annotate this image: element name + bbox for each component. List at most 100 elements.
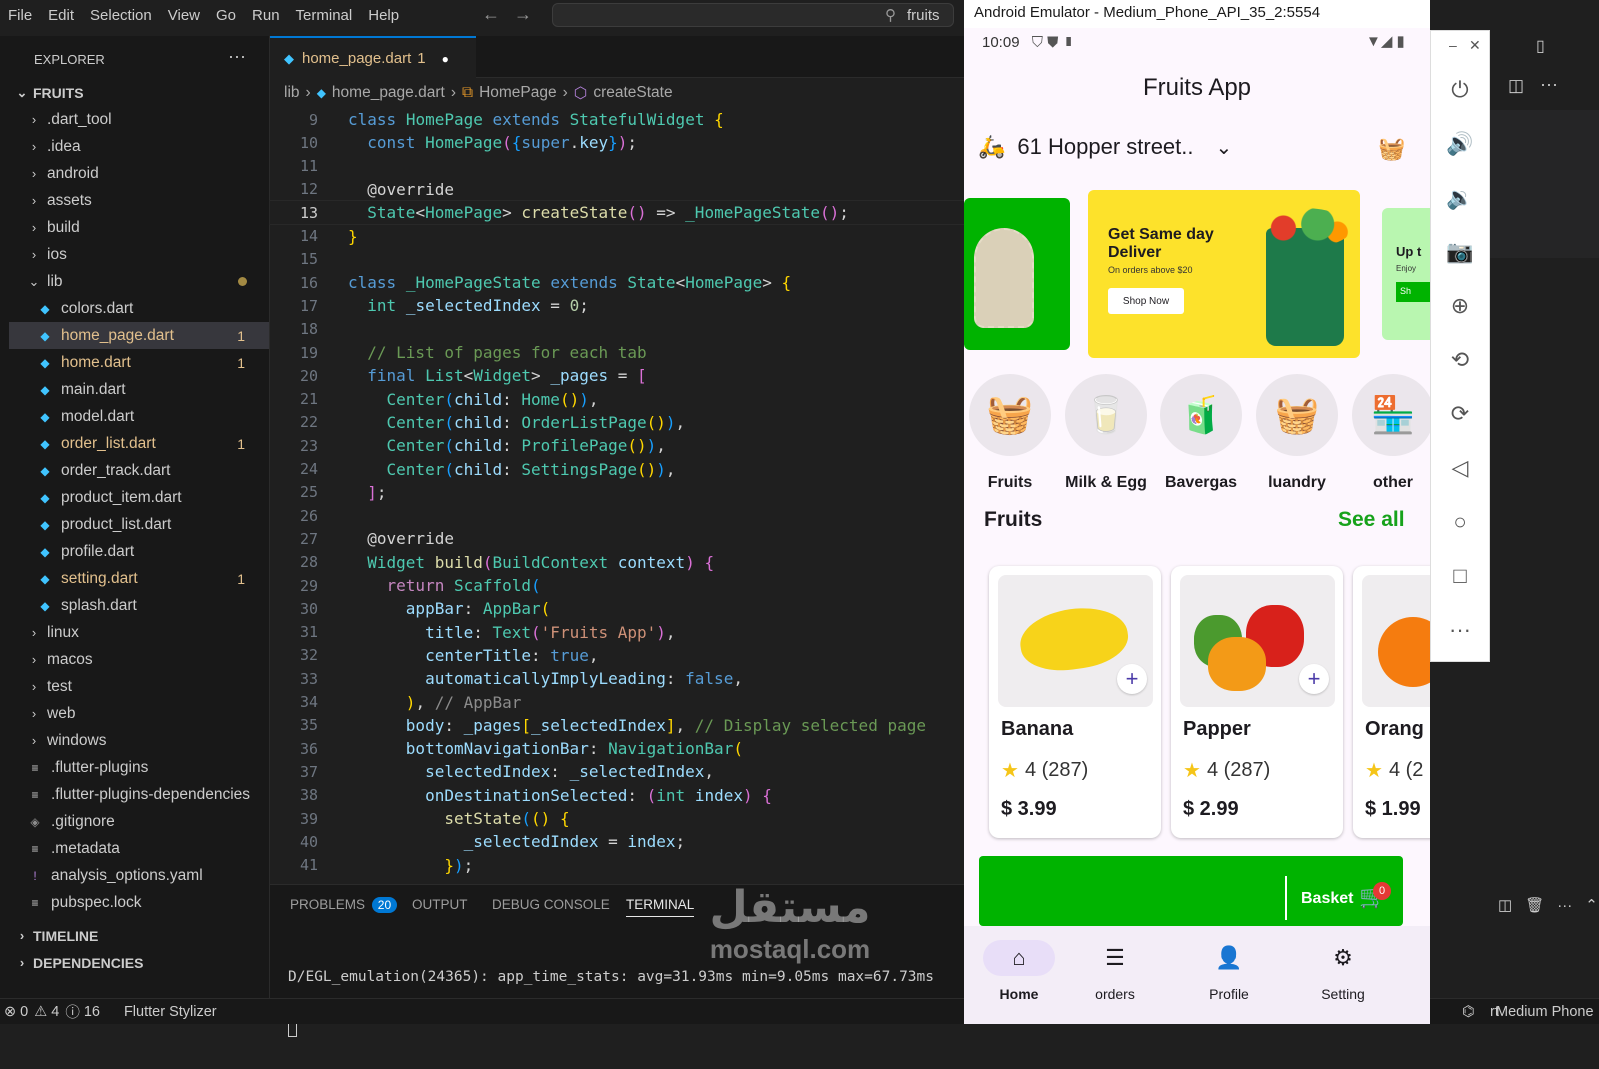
minimap[interactable] — [1490, 110, 1599, 258]
tab-terminal[interactable]: TERMINAL — [626, 897, 695, 917]
home-button-icon[interactable]: ○ — [1431, 509, 1489, 535]
nav-profile[interactable]: 👤 Profile — [1184, 940, 1274, 1002]
code-line[interactable]: 17 int _selectedIndex = 0; — [270, 294, 964, 317]
layout-icon[interactable]: ▯ — [1536, 36, 1545, 56]
code-line[interactable]: 36 bottomNavigationBar: NavigationBar( — [270, 737, 964, 760]
category-luandry[interactable]: 🧺 luandry — [1255, 374, 1339, 492]
rotate-left-icon[interactable]: ⟲ — [1431, 347, 1489, 373]
product-card-orange[interactable]: Orang ★ 4 (2 $ 1.99 — [1353, 566, 1430, 838]
breadcrumb-lib[interactable]: lib — [284, 84, 300, 102]
banner-same-day[interactable]: Get Same day Deliver On orders above $20… — [1088, 190, 1360, 358]
close-icon[interactable]: ✕ — [1469, 37, 1481, 54]
file-tree-item-home-page-dart[interactable]: ◆ home_page.dart 1 — [9, 322, 269, 349]
code-line[interactable]: 39 setState(() { — [270, 807, 964, 830]
file-tree-item-android[interactable]: › android — [9, 160, 269, 187]
address-selector[interactable]: 🛵 61 Hopper street.. ⌄ — [978, 134, 1232, 160]
file-tree-item-product-list-dart[interactable]: ◆ product_list.dart — [9, 511, 269, 538]
explorer-root[interactable]: ⌄ FRUITS — [9, 79, 269, 106]
volume-up-icon[interactable]: 🔊 — [1431, 131, 1489, 157]
banner-left-peek[interactable] — [964, 198, 1070, 350]
code-line[interactable]: 14} — [270, 225, 964, 248]
add-to-cart-button[interactable]: + — [1299, 664, 1329, 694]
basket-icon[interactable]: 🧺 — [1378, 136, 1405, 162]
code-line[interactable]: 33 automaticallyImplyLeading: false, — [270, 667, 964, 690]
info-count[interactable]: 16 — [84, 1004, 100, 1020]
more-actions-icon[interactable]: ··· — [228, 46, 246, 67]
menu-selection[interactable]: Selection — [82, 7, 160, 24]
rotate-right-icon[interactable]: ⟳ — [1431, 401, 1489, 427]
split-panel-icon[interactable]: ◫ — [1498, 896, 1512, 914]
volume-down-icon[interactable]: 🔉 — [1431, 185, 1489, 211]
more-icon[interactable]: ··· — [1431, 617, 1489, 643]
more-actions-icon[interactable]: ··· — [1540, 74, 1558, 95]
menu-view[interactable]: View — [160, 7, 208, 24]
code-line[interactable]: 19 // List of pages for each tab — [270, 341, 964, 364]
menu-help[interactable]: Help — [360, 7, 407, 24]
camera-icon[interactable]: 📷 — [1431, 239, 1489, 265]
nav-orders[interactable]: ☰ orders — [1070, 940, 1160, 1002]
file-tree-item-windows[interactable]: › windows — [9, 727, 269, 754]
menu-run[interactable]: Run — [244, 7, 288, 24]
tab-output[interactable]: OUTPUT — [412, 897, 468, 912]
category-other[interactable]: 🏪 other — [1351, 374, 1430, 492]
file-tree-item-idea[interactable]: › .idea — [9, 133, 269, 160]
code-line[interactable]: 32 centerTitle: true, — [270, 644, 964, 667]
file-tree-item-analysis-options-yaml[interactable]: ! analysis_options.yaml — [9, 862, 269, 889]
back-arrow-icon[interactable]: ← — [482, 4, 500, 25]
code-line[interactable]: 13 State<HomePage> createState() => _Hom… — [269, 200, 965, 226]
power-icon[interactable]: ⏻ — [1431, 77, 1489, 103]
file-tree-item-setting-dart[interactable]: ◆ setting.dart 1 — [9, 565, 269, 592]
basket-bar[interactable]: Basket 🛒 0 — [979, 856, 1403, 926]
code-line[interactable]: 28 Widget build(BuildContext context) { — [270, 551, 964, 574]
tab-debug-console[interactable]: DEBUG CONSOLE — [492, 897, 610, 912]
file-tree-item-ios[interactable]: › ios — [9, 241, 269, 268]
file-tree-item-splash-dart[interactable]: ◆ splash.dart — [9, 592, 269, 619]
code-line[interactable]: 38 onDestinationSelected: (int index) { — [270, 784, 964, 807]
tab-problems[interactable]: PROBLEMS 20 — [290, 897, 398, 913]
code-line[interactable]: 27 @override — [270, 527, 964, 550]
overview-icon[interactable]: □ — [1431, 563, 1489, 589]
add-to-cart-button[interactable]: + — [1117, 664, 1147, 694]
nav-home[interactable]: ⌂ Home — [974, 940, 1064, 1002]
code-line[interactable]: 25 ]; — [270, 481, 964, 504]
trash-icon[interactable]: 🗑 — [1525, 896, 1544, 914]
nav-setting[interactable]: ⚙ Setting — [1298, 940, 1388, 1002]
code-line[interactable]: 12 @override — [270, 178, 964, 201]
category-fruits[interactable]: 🧺 Fruits — [968, 374, 1052, 492]
code-line[interactable]: 11 — [270, 155, 964, 178]
code-line[interactable]: 31 title: Text('Fruits App'), — [270, 621, 964, 644]
see-all-link[interactable]: See all — [1338, 508, 1405, 532]
banner-right-peek[interactable]: Up t Enjoy Sh — [1382, 208, 1430, 340]
product-card-papper[interactable]: + Papper ★ 4 (287) $ 2.99 — [1171, 566, 1343, 838]
file-tree-item-flutter-plugins[interactable]: ≡ .flutter-plugins — [9, 754, 269, 781]
chevron-up-icon[interactable]: ⌃ — [1585, 896, 1598, 914]
code-line[interactable]: 24 Center(child: SettingsPage()), — [270, 458, 964, 481]
menu-edit[interactable]: Edit — [40, 7, 82, 24]
error-count[interactable]: 0 — [20, 1004, 28, 1020]
breadcrumb-file[interactable]: home_page.dart — [332, 84, 445, 102]
code-line[interactable]: 9 class HomePage extends StatefulWidget { — [270, 108, 964, 131]
chevron-down-icon[interactable]: ⌄ — [1216, 135, 1233, 160]
menu-go[interactable]: Go — [208, 7, 244, 24]
code-line[interactable]: 21 Center(child: Home()), — [270, 388, 964, 411]
file-tree-item-linux[interactable]: › linux — [9, 619, 269, 646]
code-line[interactable]: 15 — [270, 248, 964, 271]
product-card-banana[interactable]: + Banana ★ 4 (287) $ 3.99 — [989, 566, 1161, 838]
code-line[interactable]: 34 ), // AppBar — [270, 691, 964, 714]
file-tree-item-gitignore[interactable]: ◈ .gitignore — [9, 808, 269, 835]
breadcrumb-class[interactable]: HomePage — [479, 84, 557, 102]
code-line[interactable]: 37 selectedIndex: _selectedIndex, — [270, 760, 964, 783]
file-tree-item-build[interactable]: › build — [9, 214, 269, 241]
flutter-stylizer-status[interactable]: Flutter Stylizer — [124, 1004, 217, 1020]
dependencies-section[interactable]: › DEPENDENCIES — [9, 949, 269, 976]
file-tree-item-macos[interactable]: › macos — [9, 646, 269, 673]
file-tree-item-model-dart[interactable]: ◆ model.dart — [9, 403, 269, 430]
file-tree-item-dart-tool[interactable]: › .dart_tool — [9, 106, 269, 133]
split-editor-icon[interactable]: ◫ — [1508, 76, 1524, 96]
timeline-section[interactable]: › TIMELINE — [9, 922, 269, 949]
code-line[interactable]: 20 final List<Widget> _pages = [ — [270, 364, 964, 387]
forward-arrow-icon[interactable]: → — [514, 4, 532, 25]
code-line[interactable]: 35 body: _pages[_selectedIndex], // Disp… — [270, 714, 964, 737]
file-tree-item-order-track-dart[interactable]: ◆ order_track.dart — [9, 457, 269, 484]
shop-now-button[interactable]: Shop Now — [1108, 288, 1184, 314]
